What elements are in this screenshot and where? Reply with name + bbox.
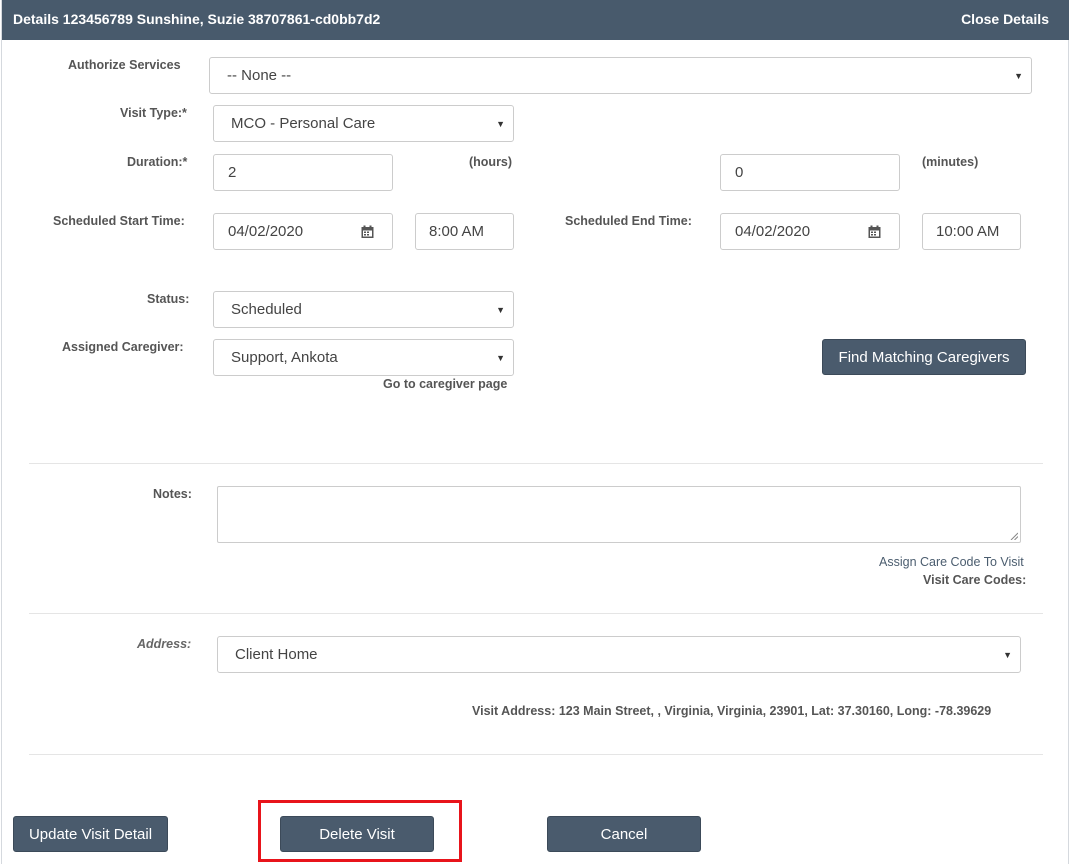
caret-down-icon: ▼ xyxy=(496,352,505,363)
address-label: Address: xyxy=(137,637,192,651)
resize-grip-icon[interactable] xyxy=(1010,532,1018,540)
update-visit-detail-button[interactable]: Update Visit Detail xyxy=(13,816,168,852)
visit-type-value: MCO - Personal Care xyxy=(231,115,376,132)
start-date-value: 04/02/2020 xyxy=(228,223,304,240)
find-matching-caregivers-button[interactable]: Find Matching Caregivers xyxy=(822,339,1026,375)
hours-unit-label: (hours) xyxy=(469,155,513,169)
status-label: Status: xyxy=(147,292,190,306)
section-divider xyxy=(29,463,1043,464)
duration-minutes-value: 0 xyxy=(735,164,744,181)
calendar-icon[interactable] xyxy=(361,225,374,238)
start-time-input[interactable]: 8:00 AM xyxy=(415,213,514,250)
duration-minutes-input[interactable]: 0 xyxy=(720,154,900,191)
address-value: Client Home xyxy=(235,646,318,663)
assigned-caregiver-value: Support, Ankota xyxy=(231,349,338,366)
visit-address-text: Visit Address: 123 Main Street, , Virgin… xyxy=(472,704,992,718)
end-date-input[interactable]: 04/02/2020 xyxy=(720,213,900,250)
duration-hours-input[interactable]: 2 xyxy=(213,154,393,191)
status-value: Scheduled xyxy=(231,301,302,318)
status-select[interactable]: Scheduled ▼ xyxy=(213,291,514,328)
details-title: Details 123456789 Sunshine, Suzie 387078… xyxy=(13,11,381,27)
authorize-services-label: Authorize Services xyxy=(68,58,181,72)
caret-down-icon: ▼ xyxy=(496,304,505,315)
authorize-services-value: -- None -- xyxy=(227,67,292,84)
notes-label: Notes: xyxy=(153,487,192,501)
section-divider xyxy=(29,613,1043,614)
end-date-value: 04/02/2020 xyxy=(735,223,811,240)
start-date-input[interactable]: 04/02/2020 xyxy=(213,213,393,250)
start-time-value: 8:00 AM xyxy=(429,223,485,240)
close-details-link[interactable]: Close Details xyxy=(961,11,1049,27)
cancel-button[interactable]: Cancel xyxy=(547,816,701,852)
caret-down-icon: ▼ xyxy=(1014,70,1023,81)
address-select[interactable]: Client Home ▼ xyxy=(217,636,1021,673)
assigned-caregiver-select[interactable]: Support, Ankota ▼ xyxy=(213,339,514,376)
section-divider xyxy=(29,754,1043,755)
scheduled-end-label: Scheduled End Time: xyxy=(565,214,692,228)
caret-down-icon: ▼ xyxy=(496,118,505,129)
visit-type-select[interactable]: MCO - Personal Care ▼ xyxy=(213,105,514,142)
duration-hours-value: 2 xyxy=(228,164,237,181)
details-panel xyxy=(1,0,1069,864)
visit-care-codes-label: Visit Care Codes: xyxy=(923,573,1027,587)
assign-care-code-link[interactable]: Assign Care Code To Visit xyxy=(879,555,1024,569)
go-to-caregiver-link[interactable]: Go to caregiver page xyxy=(383,377,507,391)
end-time-value: 10:00 AM xyxy=(936,223,1000,240)
assigned-caregiver-label: Assigned Caregiver: xyxy=(62,340,184,354)
scheduled-start-label: Scheduled Start Time: xyxy=(53,214,185,228)
notes-textarea[interactable] xyxy=(217,486,1021,543)
delete-highlight-box xyxy=(258,800,462,862)
details-header: Details 123456789 Sunshine, Suzie 387078… xyxy=(2,0,1069,40)
calendar-icon[interactable] xyxy=(868,225,881,238)
minutes-unit-label: (minutes) xyxy=(922,155,979,169)
duration-label: Duration:* xyxy=(127,155,188,169)
visit-type-label: Visit Type:* xyxy=(120,106,187,120)
end-time-input[interactable]: 10:00 AM xyxy=(922,213,1021,250)
authorize-services-select[interactable]: -- None -- ▼ xyxy=(209,57,1032,94)
caret-down-icon: ▼ xyxy=(1003,649,1012,660)
